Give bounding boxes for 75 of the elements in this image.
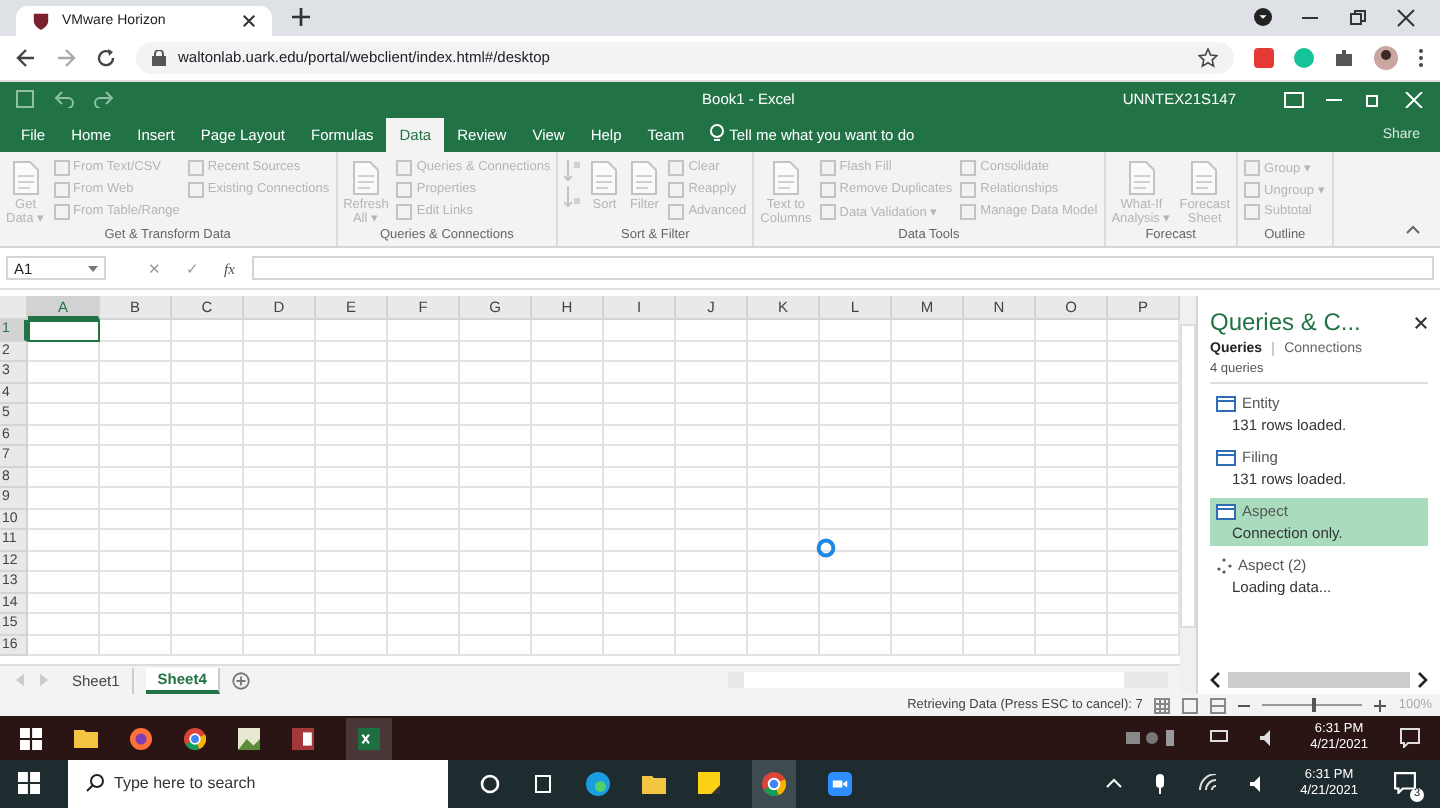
save-icon[interactable] <box>16 90 34 109</box>
collapse-icon[interactable] <box>1406 224 1420 235</box>
browser-icon[interactable] <box>184 727 206 750</box>
close-icon[interactable] <box>1396 7 1416 28</box>
windows-icon[interactable] <box>18 772 40 795</box>
app-icon[interactable] <box>292 727 314 750</box>
add-sheet-icon[interactable] <box>232 671 251 690</box>
extension-icon[interactable] <box>1254 47 1274 68</box>
folder-icon[interactable] <box>74 728 98 749</box>
new-tab-icon[interactable] <box>292 8 310 27</box>
close-icon[interactable] <box>1414 315 1428 330</box>
page-break-icon[interactable] <box>1210 697 1227 714</box>
sticky-note-icon[interactable] <box>698 772 720 795</box>
task-view-icon[interactable] <box>532 773 554 794</box>
document-icon <box>769 159 802 196</box>
chevron-up-icon[interactable] <box>1106 778 1123 789</box>
table-icon <box>1216 449 1236 466</box>
sort-descending-icon[interactable] <box>564 183 581 208</box>
spreadsheet-icon[interactable] <box>358 727 380 750</box>
loading-icon <box>816 538 836 559</box>
scroll-left-icon[interactable] <box>1210 672 1220 689</box>
reload-icon[interactable] <box>96 47 116 68</box>
folder-icon[interactable] <box>642 773 666 794</box>
search-field[interactable]: Type here to search <box>68 759 448 808</box>
image-icon[interactable] <box>238 727 260 750</box>
ribbon-display-icon[interactable] <box>1284 91 1305 108</box>
wifi-icon[interactable] <box>1198 774 1219 793</box>
avatar-icon[interactable] <box>1374 45 1398 70</box>
document-icon <box>1188 159 1221 196</box>
table-icon <box>1216 503 1236 520</box>
zoom-out-icon[interactable] <box>1238 699 1251 712</box>
zoom-thumb[interactable] <box>1312 698 1317 713</box>
tray-icon[interactable] <box>1126 730 1179 747</box>
star-icon[interactable] <box>1198 47 1218 68</box>
search-icon <box>86 773 104 792</box>
zoom-in-icon[interactable] <box>1374 699 1387 712</box>
page-layout-icon[interactable] <box>1182 697 1199 714</box>
microphone-icon[interactable] <box>1154 773 1167 794</box>
shield-icon <box>32 11 50 30</box>
back-icon[interactable] <box>16 47 36 68</box>
redo-icon[interactable] <box>94 90 114 109</box>
scroll-right-icon[interactable] <box>1418 672 1428 689</box>
forward-icon[interactable] <box>56 47 76 68</box>
document-icon <box>349 159 382 196</box>
caret-icon[interactable] <box>88 265 98 272</box>
undo-icon[interactable] <box>54 90 74 109</box>
sort-ascending-icon[interactable] <box>564 157 581 182</box>
document-icon <box>9 159 42 196</box>
vertical-scrollbar[interactable] <box>1180 296 1196 695</box>
document-icon <box>588 159 621 196</box>
dropdown-icon[interactable] <box>1254 8 1272 27</box>
table-icon <box>1216 395 1236 412</box>
restore-icon[interactable] <box>1348 7 1368 28</box>
close-icon[interactable] <box>242 13 256 28</box>
network-icon[interactable] <box>1210 730 1229 747</box>
select-all-button[interactable] <box>0 296 28 321</box>
edge-icon[interactable] <box>586 771 610 796</box>
horizontal-scrollbar[interactable] <box>1210 670 1428 691</box>
pane-title: Queries & C... <box>1210 308 1361 337</box>
normal-view-icon[interactable] <box>1154 697 1171 714</box>
puzzle-icon[interactable] <box>1334 47 1354 68</box>
formula-field[interactable] <box>252 256 1434 281</box>
menu-icon[interactable] <box>1418 47 1424 68</box>
lightbulb-icon <box>709 124 724 145</box>
lock-icon <box>152 49 166 66</box>
cortana-icon[interactable] <box>480 773 500 794</box>
extension-icon[interactable] <box>1294 47 1314 68</box>
document-icon <box>1125 159 1158 196</box>
browser-icon[interactable] <box>130 727 152 750</box>
grid-cell[interactable] <box>28 320 100 342</box>
document-icon <box>628 159 661 196</box>
loading-icon <box>1216 557 1232 574</box>
video-camera-icon[interactable] <box>828 771 852 796</box>
windows-icon[interactable] <box>20 727 42 750</box>
notification-icon[interactable] <box>1400 728 1420 749</box>
